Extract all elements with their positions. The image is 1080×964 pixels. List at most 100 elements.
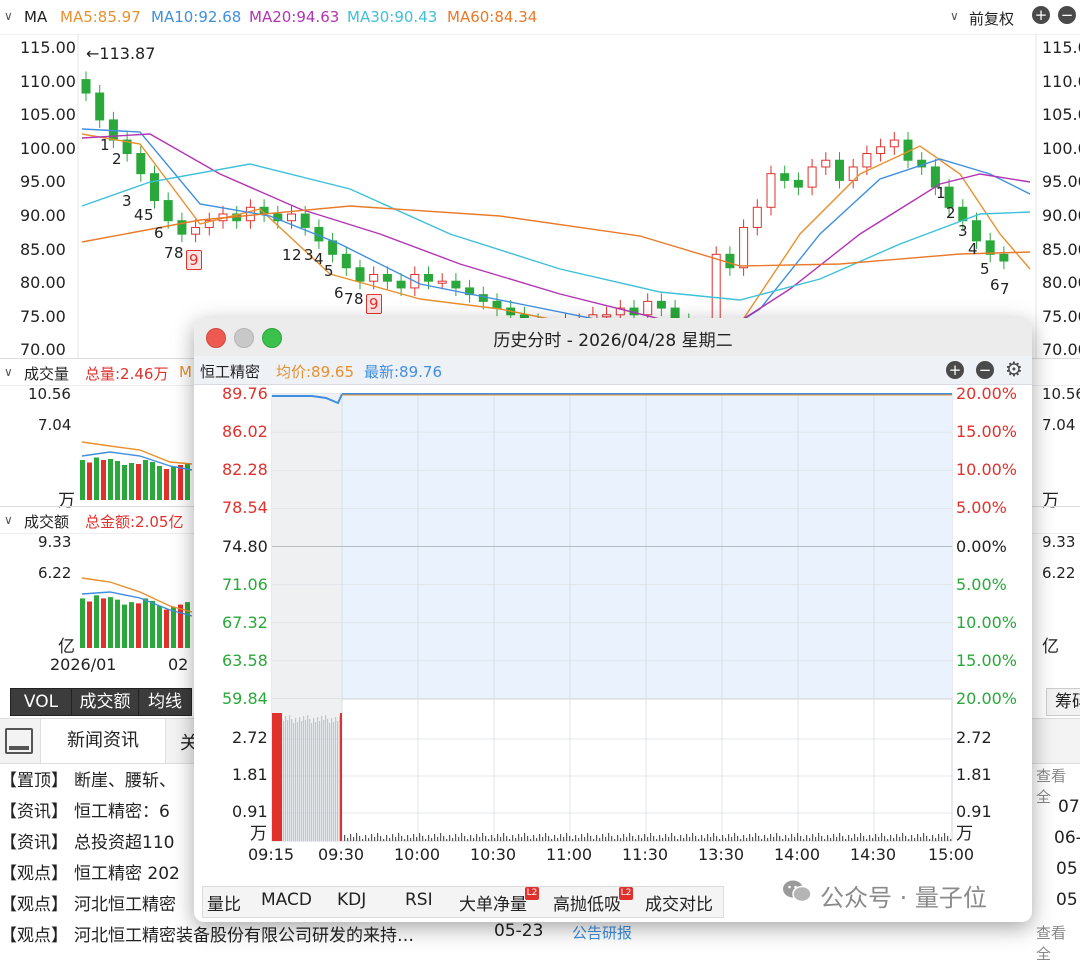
pct-axis-label: 0.00% (956, 536, 1007, 556)
volume-bar (920, 837, 922, 841)
volume-bar (875, 834, 877, 841)
amount-bar (80, 598, 85, 648)
volume-bar (380, 836, 382, 841)
price-axis-tick-right: 90.00 (1042, 206, 1080, 225)
volume-bar (635, 839, 637, 841)
candle-body (725, 253, 735, 269)
volume-partial: M (179, 363, 192, 381)
volume-bar (470, 835, 472, 841)
chevron-down-icon[interactable]: ∨ (4, 513, 13, 527)
volume-bar (656, 839, 658, 841)
chevron-down-icon[interactable]: ∨ (4, 9, 13, 23)
tab-vol[interactable]: VOL (10, 688, 72, 716)
news-item[interactable]: 【观点】 恒工精密 202 (0, 859, 180, 884)
intraday-chart[interactable] (194, 384, 1032, 886)
pct-axis-label: 15.00% (956, 422, 1018, 442)
kline-chart[interactable] (0, 34, 1080, 358)
td-count-label: 7 (164, 244, 174, 262)
volume-axis-label-right: 2.72 (956, 728, 992, 747)
volume-bar (659, 835, 661, 841)
candle-body (287, 213, 296, 222)
volume-bar (824, 839, 826, 841)
panel-toggle-icon[interactable] (5, 728, 33, 754)
zoom-in-icon[interactable]: + (946, 361, 964, 379)
tab-amount[interactable]: 成交额 (71, 688, 139, 716)
volume-bar (455, 834, 457, 841)
news-item[interactable]: 【资讯】 恒工精密：6 (0, 797, 170, 822)
volume-bar (908, 839, 910, 841)
tab-high-low[interactable]: 高抛低吸 (553, 890, 621, 915)
volume-bar (938, 834, 940, 841)
announce-link[interactable]: 公告研报 (572, 922, 632, 943)
volume-bar (581, 834, 583, 841)
volume-bar (716, 836, 718, 841)
wechat-icon (782, 878, 812, 904)
amount-bar (115, 599, 120, 648)
tab-news[interactable]: 新闻资讯 (40, 719, 166, 763)
tab-ma[interactable]: 均线 (138, 688, 192, 716)
ma5-value: MA5:85.97 (60, 8, 141, 26)
auction-volume-bar (333, 722, 335, 841)
candle-body (245, 206, 255, 222)
candle-body (602, 314, 612, 318)
window-title-bar[interactable]: 历史分时 - 2026/04/28 星期二 (194, 318, 1032, 357)
tab-volume-ratio[interactable]: 量比 (207, 890, 241, 915)
volume-bar (896, 834, 898, 841)
news-item[interactable]: 【观点】 河北恒工精密装备股份有限公司研发的来持… 05-23 (0, 921, 543, 946)
zoom-out-icon[interactable]: − (1058, 6, 1076, 24)
volume-bar (680, 835, 682, 841)
tab-macd[interactable]: MACD (261, 890, 312, 910)
volume-bar (827, 835, 829, 841)
price-axis-tick: 115.00 (20, 38, 76, 57)
view-all-link[interactable]: 查看全 (1036, 922, 1080, 964)
tab-deal-compare[interactable]: 成交对比 (645, 890, 713, 915)
price-axis-label: 59.84 (222, 689, 268, 708)
auction-volume-bar (283, 721, 285, 841)
volume-bar (776, 833, 778, 841)
tab-kdj[interactable]: KDJ (337, 890, 366, 910)
chevron-down-icon[interactable]: ∨ (950, 9, 959, 23)
tab-rsi[interactable]: RSI (405, 890, 433, 910)
td-count-label: 9 (186, 250, 202, 270)
tab-big-order[interactable]: 大单净量 (459, 890, 527, 915)
gear-icon[interactable]: ⚙ (1005, 357, 1023, 381)
volume-bar (344, 835, 346, 841)
zoom-out-icon[interactable]: − (976, 361, 994, 379)
volume-bar (87, 462, 92, 500)
news-item[interactable]: 【置顶】 断崖、腰斩、 (0, 766, 176, 791)
volume-axis-label: 1.81 (232, 765, 268, 784)
ma20-value: MA20:94.63 (249, 8, 340, 26)
history-intraday-window[interactable]: 历史分时 - 2026/04/28 星期二 恒工精密 均价:89.65 最新:8… (194, 318, 1032, 922)
news-item[interactable]: 【观点】 河北恒工精密 (0, 890, 176, 915)
price-axis-label: 78.54 (222, 498, 268, 518)
amount-bar (136, 603, 141, 648)
volume-total: 总量:2.46万 (85, 365, 169, 383)
adjust-mode[interactable]: 前复权 (969, 8, 1014, 29)
volume-bar (653, 836, 655, 841)
candle-body (150, 173, 159, 202)
auction-volume-bar (303, 716, 305, 841)
amount-bar (164, 609, 169, 648)
volume-bar (377, 833, 379, 841)
zoom-in-icon[interactable]: + (1032, 6, 1050, 24)
volume-bar (845, 839, 847, 841)
volume-bar (467, 839, 469, 841)
volume-bar (563, 837, 565, 841)
volume-bar (596, 835, 598, 841)
volume-bar (707, 834, 709, 841)
news-item[interactable]: 【资讯】 总投资超110 (0, 828, 174, 853)
volume-bar (527, 836, 529, 841)
volume-bar (701, 835, 703, 841)
volume-bar (518, 834, 520, 841)
volume-bar (94, 457, 99, 500)
volume-bar (129, 463, 134, 500)
volume-bar (512, 835, 514, 841)
volume-bar (734, 833, 736, 841)
volume-bar (368, 838, 370, 841)
date-tick: 2026/01 (50, 655, 117, 674)
chevron-down-icon[interactable]: ∨ (4, 365, 13, 379)
volume-bar (623, 834, 625, 841)
candle-body (999, 253, 1009, 262)
auction-volume-bar (305, 720, 307, 841)
tab-chips[interactable]: 筹码 (1046, 688, 1080, 716)
